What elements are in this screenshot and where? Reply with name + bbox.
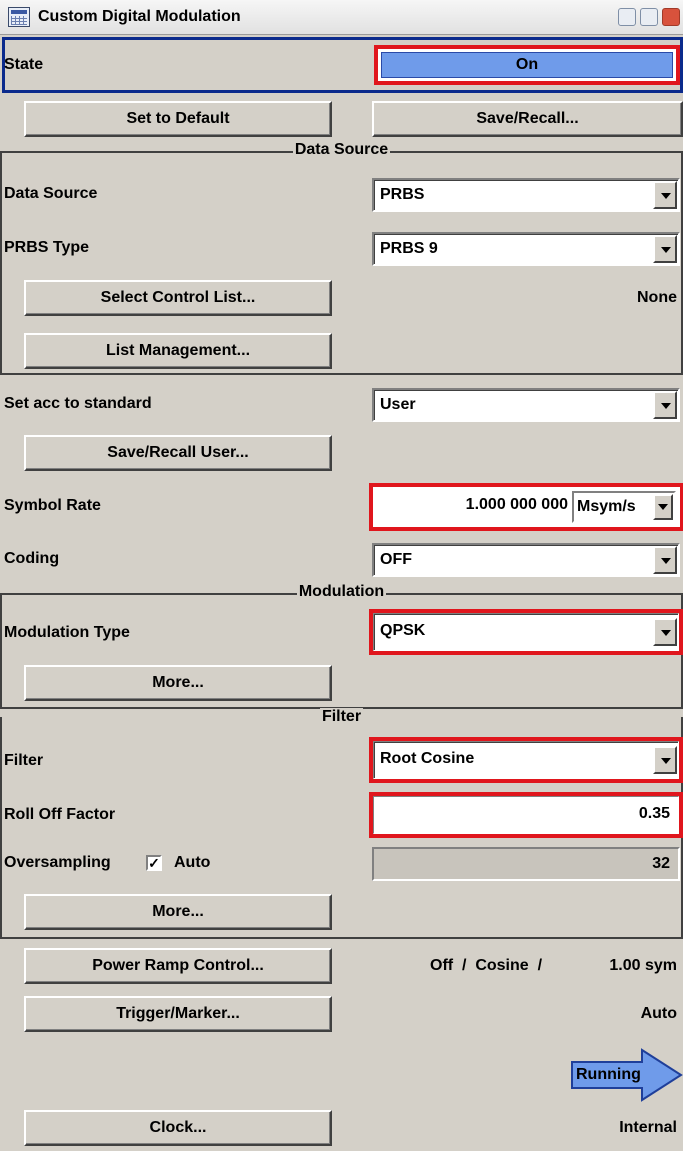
state-value: On xyxy=(381,52,673,78)
chevron-down-icon[interactable] xyxy=(653,618,677,646)
oversampling-label: Oversampling xyxy=(4,854,111,871)
minimize-icon[interactable] xyxy=(618,8,636,26)
symbol-rate-value[interactable]: 1.000 000 000 xyxy=(378,486,568,524)
power-ramp-control-button[interactable]: Power Ramp Control... xyxy=(24,948,332,984)
state-toggle-button[interactable]: On xyxy=(374,45,680,85)
coding-label: Coding xyxy=(4,550,60,567)
modulation-type-dropdown[interactable]: QPSK xyxy=(369,609,683,655)
chevron-down-icon[interactable] xyxy=(653,181,677,209)
symbol-rate-field[interactable]: 1.000 000 000 Msym/s xyxy=(369,483,683,531)
app-grid-icon xyxy=(8,7,30,27)
standard-label: Set acc to standard xyxy=(4,395,152,412)
filter-label: Filter xyxy=(4,752,44,769)
save-recall-button[interactable]: Save/Recall... xyxy=(372,101,683,137)
prbs-type-label: PRBS Type xyxy=(4,239,90,256)
running-status: Running xyxy=(576,1066,641,1083)
maximize-icon[interactable] xyxy=(640,8,658,26)
chevron-down-icon[interactable] xyxy=(653,546,677,574)
symbol-rate-label: Symbol Rate xyxy=(4,497,101,514)
clock-status: Internal xyxy=(619,1119,677,1136)
power-ramp-status: Off / Cosine / xyxy=(430,957,543,974)
data-source-label: Data Source xyxy=(4,185,98,202)
window-title: Custom Digital Modulation xyxy=(38,8,241,25)
clock-button[interactable]: Clock... xyxy=(24,1110,332,1146)
state-label: State xyxy=(4,56,44,73)
roll-off-factor-field[interactable]: 0.35 xyxy=(369,792,683,838)
trigger-marker-button[interactable]: Trigger/Marker... xyxy=(24,996,332,1032)
prbs-type-dropdown[interactable]: PRBS 9 xyxy=(372,232,680,266)
divider xyxy=(0,373,683,375)
modulation-section-title: Modulation xyxy=(296,583,387,600)
title-bar: Custom Digital Modulation xyxy=(0,0,683,35)
select-control-list-button[interactable]: Select Control List... xyxy=(24,280,332,316)
modulation-type-label: Modulation Type xyxy=(4,624,130,641)
symbol-rate-unit-dropdown[interactable]: Msym/s xyxy=(572,491,676,523)
data-source-section-title: Data Source xyxy=(292,141,391,158)
roll-off-factor-label: Roll Off Factor xyxy=(4,806,116,823)
control-list-value: None xyxy=(637,289,677,306)
chevron-down-icon[interactable] xyxy=(653,235,677,263)
data-source-dropdown[interactable]: PRBS xyxy=(372,178,680,212)
coding-dropdown[interactable]: OFF xyxy=(372,543,680,577)
trigger-status: Auto xyxy=(640,1005,677,1022)
chevron-down-icon[interactable] xyxy=(653,391,677,419)
power-ramp-sym: 1.00 sym xyxy=(609,957,677,974)
set-to-default-button[interactable]: Set to Default xyxy=(24,101,332,137)
filter-dropdown[interactable]: Root Cosine xyxy=(369,737,683,783)
auto-checkbox[interactable]: ✓ xyxy=(146,855,162,871)
chevron-down-icon[interactable] xyxy=(653,746,677,774)
chevron-down-icon[interactable] xyxy=(653,494,673,520)
close-icon[interactable] xyxy=(662,8,680,26)
modulation-more-button[interactable]: More... xyxy=(24,665,332,701)
filter-section-title: Filter xyxy=(319,708,364,725)
list-management-button[interactable]: List Management... xyxy=(24,333,332,369)
save-recall-user-button[interactable]: Save/Recall User... xyxy=(24,435,332,471)
filter-more-button[interactable]: More... xyxy=(24,894,332,930)
standard-dropdown[interactable]: User xyxy=(372,388,680,422)
divider xyxy=(0,937,683,939)
oversampling-field: 32 xyxy=(372,847,680,881)
auto-label: Auto xyxy=(174,854,211,871)
